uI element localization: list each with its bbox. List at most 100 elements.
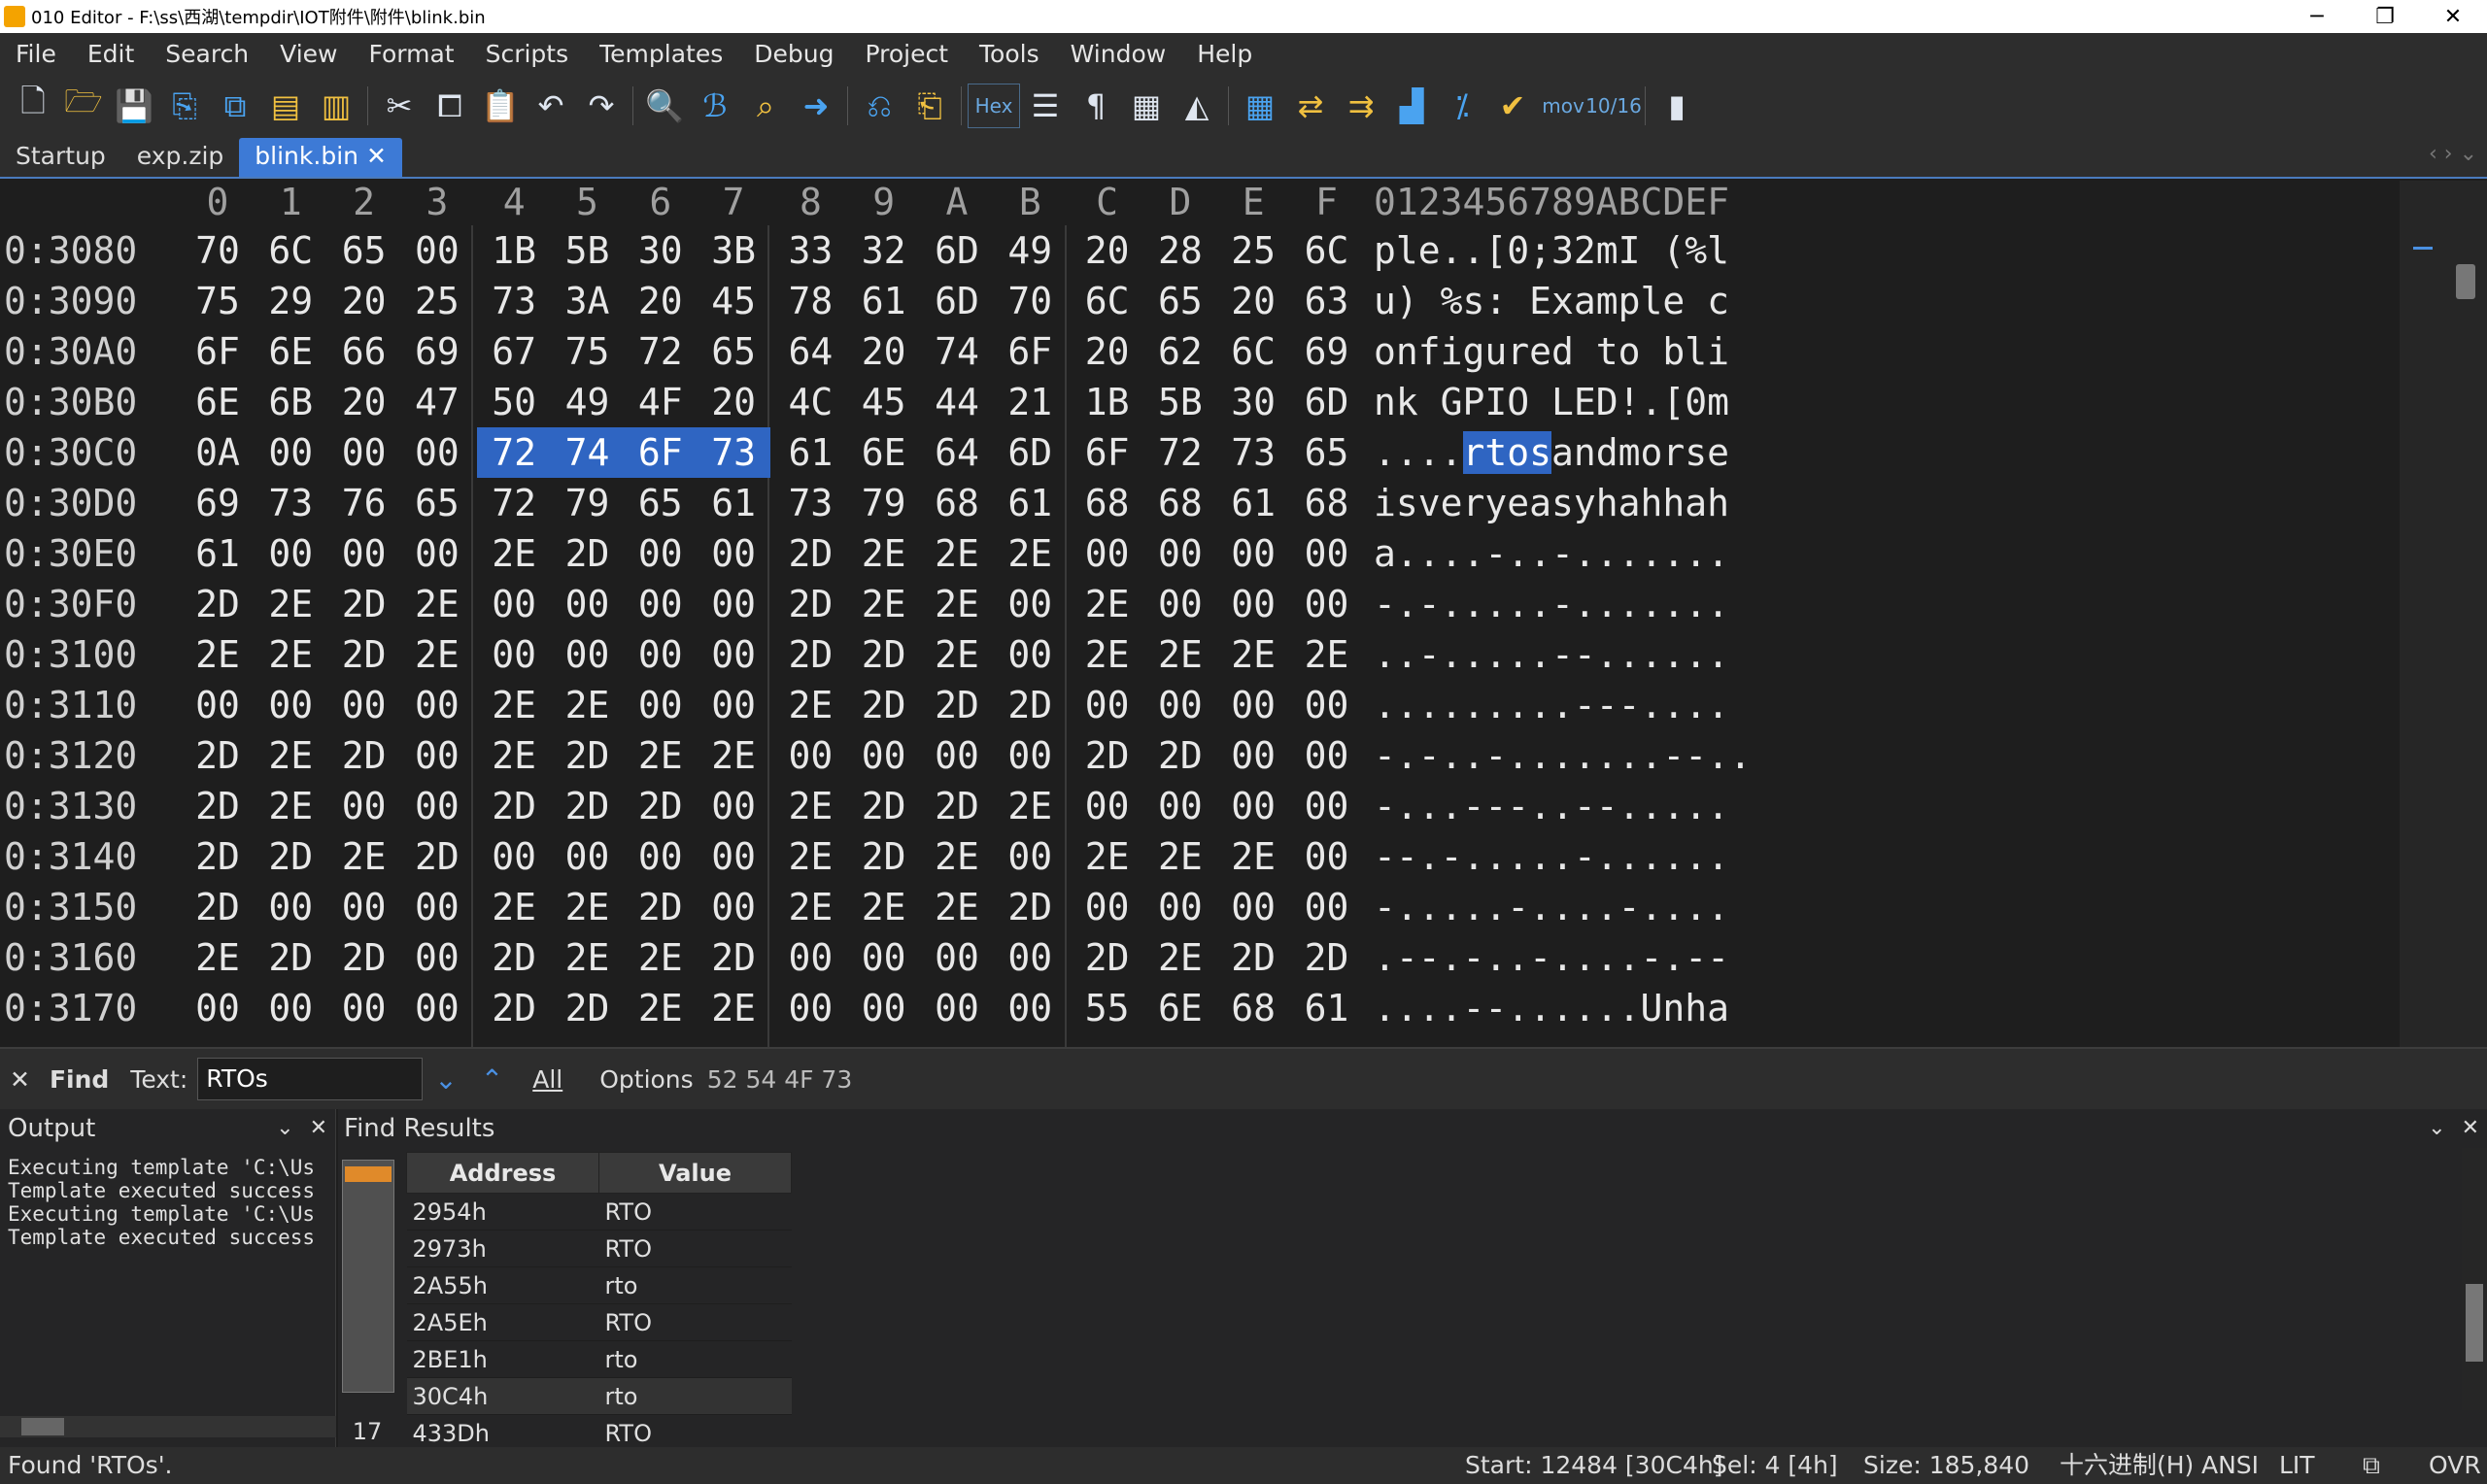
hex-byte[interactable]: 00 bbox=[999, 579, 1061, 629]
hex-byte[interactable]: 6D bbox=[926, 225, 988, 276]
hex-byte[interactable]: 00 bbox=[853, 932, 915, 983]
hex-byte[interactable]: 00 bbox=[483, 831, 545, 882]
bookmark-icon[interactable]: ⎌ bbox=[854, 81, 904, 131]
ascii-row[interactable]: ....--......Unha bbox=[1374, 983, 1729, 1033]
hex-byte[interactable]: 00 bbox=[630, 528, 692, 579]
hex-byte[interactable]: 00 bbox=[406, 427, 468, 478]
hex-byte[interactable]: 00 bbox=[333, 882, 395, 932]
status-lit[interactable]: LIT bbox=[2279, 1447, 2315, 1484]
hex-byte[interactable]: 2D bbox=[630, 781, 692, 831]
hex-byte[interactable]: 20 bbox=[333, 276, 395, 326]
hex-byte[interactable]: 45 bbox=[853, 377, 915, 427]
hex-byte[interactable]: 2E bbox=[483, 730, 545, 781]
ascii-row[interactable]: ple..[0;32mI (%l bbox=[1374, 225, 1729, 276]
table-row[interactable]: 30C4h rto bbox=[406, 1377, 792, 1415]
hex-byte[interactable]: 00 bbox=[1296, 882, 1358, 932]
find-next-icon[interactable]: ⌄ bbox=[423, 1063, 468, 1096]
columns-icon[interactable]: ▦ bbox=[1121, 81, 1172, 131]
hex-byte[interactable]: 2E bbox=[483, 528, 545, 579]
hex-byte[interactable]: 6E bbox=[187, 377, 249, 427]
goto-icon[interactable]: ➜ bbox=[791, 81, 841, 131]
ascii-row[interactable]: a....-..-....... bbox=[1374, 528, 1729, 579]
hex-byte[interactable]: 67 bbox=[483, 326, 545, 377]
hex-byte[interactable]: 64 bbox=[926, 427, 988, 478]
scroll-thumb[interactable] bbox=[2466, 1284, 2483, 1362]
hex-byte[interactable]: 00 bbox=[1076, 882, 1139, 932]
hex-byte[interactable]: 75 bbox=[187, 276, 249, 326]
hex-byte[interactable]: 2D bbox=[853, 781, 915, 831]
hex-byte[interactable]: 00 bbox=[926, 932, 988, 983]
menu-help[interactable]: Help bbox=[1181, 40, 1268, 68]
hex-byte[interactable]: 2E bbox=[483, 882, 545, 932]
hex-byte[interactable]: 00 bbox=[779, 932, 841, 983]
hex-byte[interactable]: 2D bbox=[1076, 932, 1139, 983]
status-ovr[interactable]: OVR bbox=[2429, 1447, 2481, 1484]
hex-byte[interactable]: 3A bbox=[557, 276, 619, 326]
hex-byte[interactable]: 68 bbox=[1222, 983, 1284, 1033]
show-whitespace-icon[interactable]: ¶ bbox=[1071, 81, 1121, 131]
hex-byte[interactable]: 00 bbox=[999, 831, 1061, 882]
open-file-icon[interactable]: 🗁 bbox=[58, 81, 109, 131]
hex-byte[interactable]: 00 bbox=[1296, 831, 1358, 882]
ascii-row[interactable]: u) %s: Example c bbox=[1374, 276, 1729, 326]
hex-byte[interactable]: 2E bbox=[1222, 831, 1284, 882]
hex-byte[interactable]: 68 bbox=[1296, 478, 1358, 528]
hex-byte[interactable]: 00 bbox=[630, 579, 692, 629]
clipboard-icon[interactable]: ⧉ bbox=[2363, 1447, 2380, 1484]
hex-byte[interactable]: 2D bbox=[187, 730, 249, 781]
hex-byte[interactable]: 70 bbox=[187, 225, 249, 276]
hex-byte[interactable]: 2E bbox=[702, 730, 765, 781]
hex-byte[interactable]: 33 bbox=[779, 225, 841, 276]
hex-byte[interactable]: 00 bbox=[406, 781, 468, 831]
hex-byte[interactable]: 20 bbox=[630, 276, 692, 326]
base-convert-icon[interactable]: 10/16 bbox=[1585, 81, 1642, 131]
hex-byte[interactable]: 6F bbox=[999, 326, 1061, 377]
hex-byte[interactable]: 29 bbox=[259, 276, 322, 326]
hex-byte[interactable]: 2E bbox=[557, 680, 619, 730]
hex-byte[interactable]: 20 bbox=[1076, 326, 1139, 377]
hex-byte[interactable]: 44 bbox=[926, 377, 988, 427]
hex-byte[interactable]: 55 bbox=[1076, 983, 1139, 1033]
hex-byte[interactable]: 00 bbox=[1296, 781, 1358, 831]
ascii-row[interactable]: -.-.....-....... bbox=[1374, 579, 1729, 629]
hex-byte[interactable]: 00 bbox=[853, 730, 915, 781]
find-icon[interactable]: 🔍 bbox=[639, 81, 690, 131]
menu-debug[interactable]: Debug bbox=[738, 40, 849, 68]
histogram-icon[interactable]: ▟ bbox=[1386, 81, 1437, 131]
hex-byte[interactable]: 69 bbox=[406, 326, 468, 377]
hex-byte[interactable]: 1B bbox=[483, 225, 545, 276]
hex-byte[interactable]: 2D bbox=[853, 629, 915, 680]
menu-file[interactable]: File bbox=[0, 40, 72, 68]
hex-byte[interactable]: 6F bbox=[187, 326, 249, 377]
close-tab-icon[interactable]: ✕ bbox=[366, 142, 387, 170]
hex-byte[interactable]: 65 bbox=[406, 478, 468, 528]
hex-byte[interactable]: 00 bbox=[630, 629, 692, 680]
hex-byte[interactable]: 73 bbox=[259, 478, 322, 528]
hex-byte[interactable]: 6C bbox=[1222, 326, 1284, 377]
hex-byte[interactable]: 00 bbox=[702, 882, 765, 932]
hex-byte[interactable]: 00 bbox=[406, 225, 468, 276]
hex-byte[interactable]: 2E bbox=[779, 781, 841, 831]
hex-byte[interactable]: 2E bbox=[999, 528, 1061, 579]
hex-byte[interactable]: 00 bbox=[1222, 781, 1284, 831]
hex-byte[interactable]: 6C bbox=[1076, 276, 1139, 326]
hex-byte[interactable]: 00 bbox=[406, 932, 468, 983]
hex-byte[interactable]: 28 bbox=[1149, 225, 1211, 276]
hex-byte[interactable]: 2E bbox=[1149, 932, 1211, 983]
hex-byte[interactable]: 2E bbox=[406, 629, 468, 680]
hex-byte[interactable]: 75 bbox=[557, 326, 619, 377]
output-horizontal-scrollbar[interactable] bbox=[0, 1416, 336, 1437]
hex-byte[interactable]: 6E bbox=[1149, 983, 1211, 1033]
hex-byte[interactable]: 2D bbox=[926, 680, 988, 730]
hex-byte[interactable]: 2D bbox=[333, 579, 395, 629]
save-all-icon[interactable]: ⧉ bbox=[210, 81, 260, 131]
hex-byte[interactable]: 2E bbox=[557, 932, 619, 983]
hex-byte[interactable]: 6F bbox=[1076, 427, 1139, 478]
ascii-row[interactable]: isveryeasyhahhah bbox=[1374, 478, 1729, 528]
hex-byte[interactable]: 2D bbox=[557, 730, 619, 781]
hex-byte[interactable]: 6E bbox=[853, 427, 915, 478]
calculator-icon[interactable]: ▦ bbox=[1235, 81, 1285, 131]
hex-byte[interactable]: 6D bbox=[999, 427, 1061, 478]
hex-byte[interactable]: 2D bbox=[1149, 730, 1211, 781]
hex-byte[interactable]: 00 bbox=[406, 528, 468, 579]
